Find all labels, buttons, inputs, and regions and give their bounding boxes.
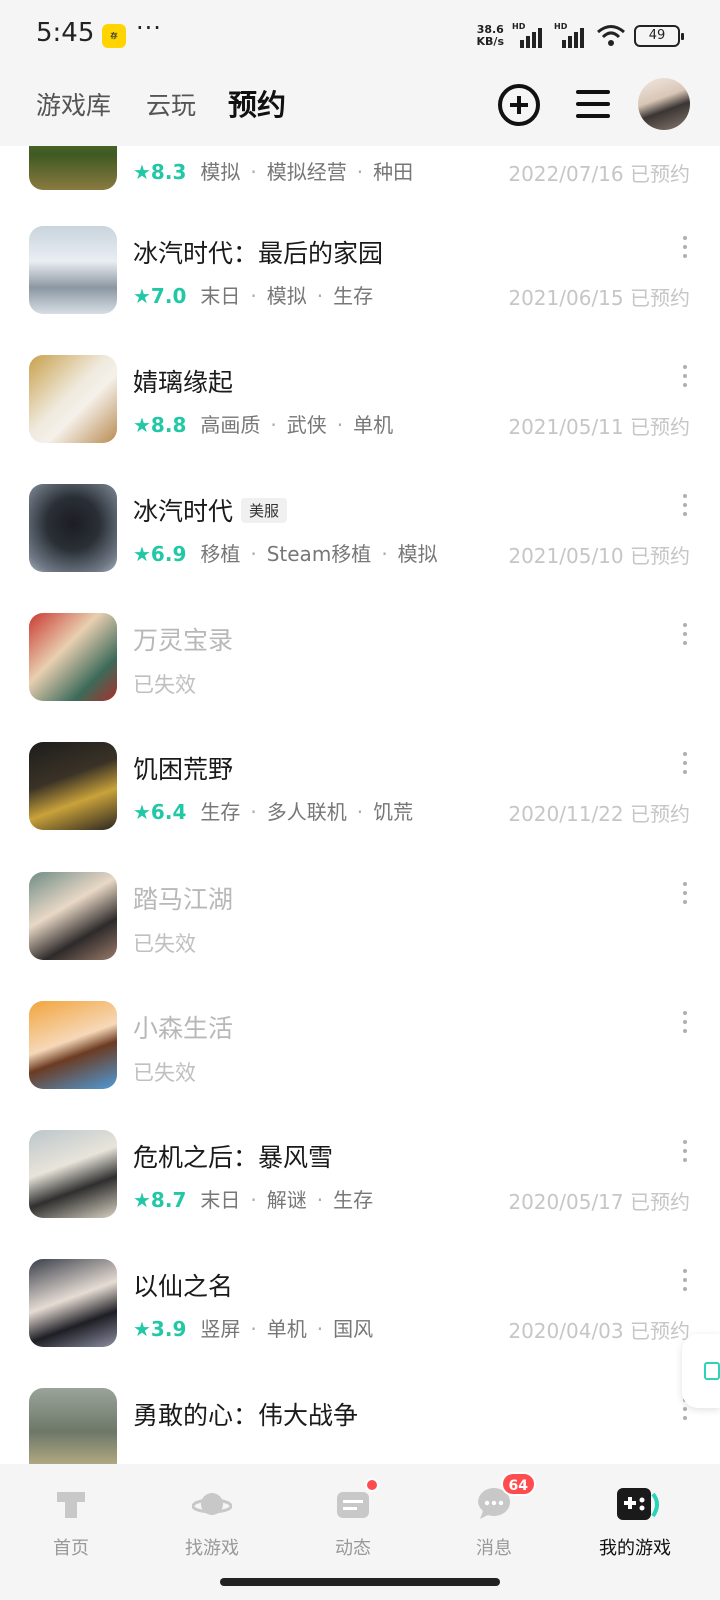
game-title: 踏马江湖 (133, 885, 234, 914)
game-title: 危机之后：暴风雪 (133, 1143, 334, 1172)
game-meta: ★6.4 生存 · 多人联机 · 饥荒 (133, 800, 414, 824)
game-title: 小森生活 (133, 1014, 234, 1043)
list-item[interactable]: 冰汽时代：最后的家园 ★7.0 末日 · 模拟 · 生存 2021/06/15 已预约 (0, 226, 720, 358)
tab-reservations[interactable]: 预约 (226, 82, 289, 124)
more-notifications-icon: ··· (136, 14, 162, 42)
message-count-badge: 64 (500, 1472, 536, 1496)
game-icon (29, 146, 117, 190)
game-icon (29, 1388, 117, 1464)
reservation-date: 2020/05/17 已预约 (508, 1190, 690, 1214)
status-bar: 5:45 存 ··· 38.6 KB/s HD HD 49 (0, 0, 720, 72)
region-badge: 美服 (241, 498, 288, 523)
more-options-icon[interactable] (682, 623, 688, 645)
reservation-date: 2021/05/10 已预约 (508, 544, 690, 568)
more-options-icon[interactable] (682, 1140, 688, 1162)
game-icon (29, 226, 117, 314)
status-time: 5:45 (36, 18, 95, 48)
more-options-icon[interactable] (682, 752, 688, 774)
notification-app-icon: 存 (102, 24, 126, 48)
download-icon (704, 1362, 720, 1380)
notification-dot (365, 1478, 379, 1492)
nav-home[interactable]: 首页 (21, 1484, 121, 1560)
more-options-icon[interactable] (682, 494, 688, 516)
tab-game-library[interactable]: 游戏库 (36, 86, 111, 122)
list-item[interactable]: 冰汽时代 美服 ★6.9 移植 · Steam移植 · 模拟 2021/05/10 已预约 (0, 484, 720, 616)
gamepad-icon (615, 1484, 659, 1524)
home-indicator (220, 1578, 500, 1586)
game-icon (29, 742, 117, 830)
wifi-icon (597, 25, 625, 46)
reservation-date: 2020/04/03 已预约 (508, 1319, 690, 1343)
menu-icon[interactable] (574, 84, 616, 126)
game-title: 婧璃缘起 (133, 368, 234, 397)
top-header: 游戏库 云玩 预约 (0, 72, 720, 146)
bottom-navigation: 首页 找游戏 动态 64 消息 我的游戏 (0, 1464, 720, 1600)
feed-icon (333, 1478, 379, 1524)
add-icon[interactable] (498, 84, 540, 126)
reservation-list: ★8.3 模拟 · 模拟经营 · 种田 2022/07/16 已预约 冰汽时代：最后的家园… (0, 146, 720, 1464)
nav-my-games[interactable]: 我的游戏 (585, 1484, 685, 1560)
message-icon: 64 (474, 1472, 536, 1524)
game-icon (29, 1001, 117, 1089)
list-item[interactable]: 万灵宝录 已失效 (0, 613, 720, 745)
game-meta: ★8.8 高画质 · 武侠 · 单机 (133, 413, 394, 437)
game-title: 冰汽时代 美服 (133, 492, 288, 528)
reservation-date: 2022/07/16 已预约 (508, 162, 690, 186)
game-title: 勇敢的心：伟大战争 (133, 1401, 359, 1430)
more-options-icon[interactable] (682, 365, 688, 387)
list-item[interactable]: 踏马江湖 已失效 (0, 872, 720, 1004)
game-icon (29, 355, 117, 443)
more-options-icon[interactable] (682, 236, 688, 258)
signal-icon-2: HD (554, 22, 588, 48)
floating-download-button[interactable] (682, 1334, 720, 1408)
game-icon (29, 484, 117, 572)
reservation-date: 2021/05/11 已预约 (508, 415, 690, 439)
game-meta: ★7.0 末日 · 模拟 · 生存 (133, 284, 374, 308)
home-icon (51, 1484, 91, 1524)
more-options-icon[interactable] (682, 1269, 688, 1291)
planet-icon (191, 1484, 233, 1524)
more-options-icon[interactable] (682, 1011, 688, 1033)
game-meta: ★8.3 模拟 · 模拟经营 · 种田 (133, 160, 414, 184)
battery-icon: 49 (634, 25, 684, 47)
game-icon (29, 872, 117, 960)
list-item[interactable]: 危机之后：暴风雪 ★8.7 末日 · 解谜 · 生存 2020/05/17 已预约 (0, 1130, 720, 1262)
avatar[interactable] (638, 78, 690, 130)
game-icon (29, 1259, 117, 1347)
game-title: 饥困荒野 (133, 755, 234, 784)
reservation-date: 2020/11/22 已预约 (508, 802, 690, 826)
network-speed: 38.6 KB/s (476, 23, 504, 48)
list-item[interactable]: 小森生活 已失效 (0, 1001, 720, 1133)
game-meta: ★8.7 末日 · 解谜 · 生存 (133, 1188, 374, 1212)
status-indicators: 38.6 KB/s HD HD 49 (476, 22, 684, 50)
game-title: 以仙之名 (133, 1272, 234, 1301)
reservation-date: 2021/06/15 已预约 (508, 286, 690, 310)
game-meta: ★6.9 移植 · Steam移植 · 模拟 (133, 542, 438, 566)
more-options-icon[interactable] (682, 882, 688, 904)
game-icon (29, 613, 117, 701)
list-item[interactable]: 以仙之名 ★3.9 竖屏 · 单机 · 国风 2020/04/03 已预约 (0, 1259, 720, 1391)
nav-discover[interactable]: 找游戏 (162, 1484, 262, 1560)
list-item[interactable]: 婧璃缘起 ★8.8 高画质 · 武侠 · 单机 2021/05/11 已预约 (0, 355, 720, 487)
list-item[interactable]: 饥困荒野 ★6.4 生存 · 多人联机 · 饥荒 2020/11/22 已预约 (0, 742, 720, 874)
nav-feed[interactable]: 动态 (303, 1478, 403, 1560)
expired-status: 已失效 (133, 673, 196, 697)
game-icon (29, 1130, 117, 1218)
list-item[interactable]: 勇敢的心：伟大战争 (0, 1388, 720, 1464)
expired-status: 已失效 (133, 932, 196, 956)
list-item[interactable]: ★8.3 模拟 · 模拟经营 · 种田 2022/07/16 已预约 (0, 146, 720, 234)
game-meta: ★3.9 竖屏 · 单机 · 国风 (133, 1317, 374, 1341)
game-title: 冰汽时代：最后的家园 (133, 239, 384, 268)
tab-cloud-play[interactable]: 云玩 (146, 86, 196, 122)
expired-status: 已失效 (133, 1061, 196, 1085)
game-title: 万灵宝录 (133, 626, 234, 655)
nav-messages[interactable]: 64 消息 (444, 1472, 544, 1560)
signal-icon: HD (512, 22, 546, 48)
